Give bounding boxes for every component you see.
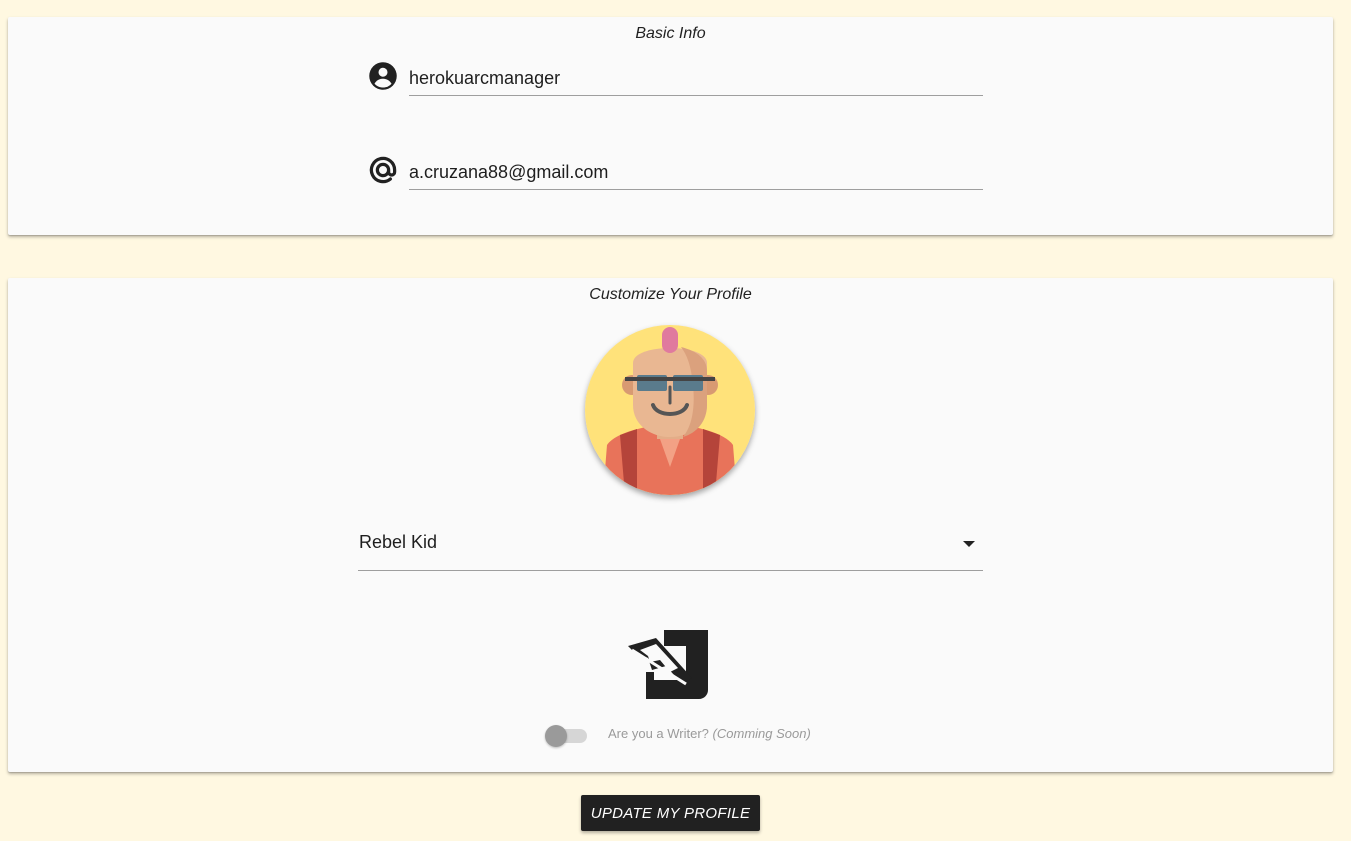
email-input[interactable]: [409, 155, 983, 190]
writer-toggle-thumb: [545, 725, 567, 747]
rebel-kid-avatar: [585, 325, 755, 495]
writer-toggle[interactable]: [545, 724, 589, 747]
avatar-select[interactable]: Rebel Kid: [358, 528, 983, 571]
username-input[interactable]: [409, 61, 983, 96]
writer-coming-soon: (Comming Soon): [712, 726, 811, 741]
writer-label-text: Are you a Writer?: [608, 726, 709, 741]
basic-info-card: Basic Info: [8, 17, 1333, 235]
chevron-down-icon: [963, 541, 975, 547]
email-field: [368, 155, 983, 205]
account-circle-icon: [368, 61, 398, 91]
writer-feather-icon: [626, 628, 710, 700]
username-field: [368, 61, 983, 111]
basic-info-title: Basic Info: [635, 25, 706, 42]
at-sign-icon: [368, 155, 398, 185]
customize-profile-card: Customize Your Profile Rebel Kid Are you…: [8, 278, 1333, 772]
writer-label: Are you a Writer? (Comming Soon): [608, 726, 811, 741]
customize-profile-title: Customize Your Profile: [589, 286, 752, 303]
update-profile-button[interactable]: UPDATE MY PROFILE: [581, 795, 760, 831]
avatar-select-value: Rebel Kid: [359, 532, 438, 552]
